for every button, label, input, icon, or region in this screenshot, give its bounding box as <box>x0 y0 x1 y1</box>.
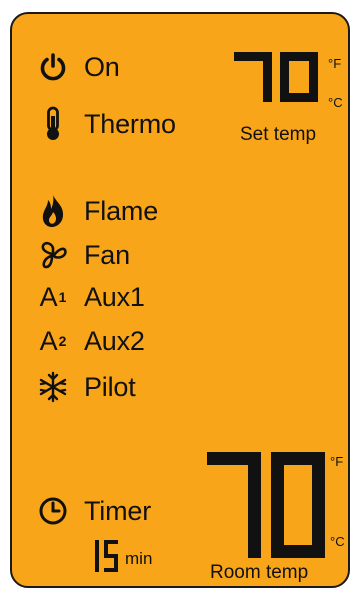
aux1-icon: A1 <box>39 281 67 312</box>
room-temp-segment <box>271 505 284 558</box>
room-temp-segment <box>271 452 284 505</box>
set-temp-caption: Set temp <box>240 124 317 145</box>
clock-icon <box>36 494 70 528</box>
set-temp-unit-f: °F <box>328 56 342 71</box>
status-aux2-label: Aux2 <box>84 325 145 356</box>
room-temp-display <box>207 452 325 558</box>
aux2-icon: A2 <box>39 325 67 356</box>
room-temp-digit <box>207 452 261 558</box>
status-fan-label: Fan <box>84 239 130 270</box>
set-temp-digit <box>234 52 272 102</box>
set-temp-display <box>234 52 318 102</box>
fan-icon <box>36 238 70 272</box>
timer-segment <box>95 540 99 556</box>
set-temp-segment <box>263 77 272 102</box>
set-temp-segment <box>280 77 289 102</box>
room-temp-segment <box>248 452 261 505</box>
timer-segment <box>104 540 108 556</box>
room-temp-unit-c: °C <box>330 534 345 549</box>
status-thermo-label: Thermo <box>84 108 176 139</box>
status-pilot-label: Pilot <box>84 371 136 402</box>
timer-label: Timer <box>84 495 151 526</box>
snowflake-icon <box>36 370 70 404</box>
status-on: On <box>36 50 120 84</box>
thermometer-icon <box>36 106 70 141</box>
status-on-label: On <box>84 51 120 82</box>
set-temp-segment <box>263 52 272 77</box>
set-temp-digit <box>280 52 318 102</box>
room-temp-unit-f: °F <box>330 454 344 469</box>
room-temp-digit <box>271 452 325 558</box>
power-icon <box>36 50 70 84</box>
status-fan: Fan <box>36 238 130 272</box>
timer-digit <box>95 540 99 572</box>
timer: Timer <box>36 494 151 528</box>
set-temp-unit-c: °C <box>328 95 343 110</box>
timer-segment <box>95 556 99 572</box>
timer-segment <box>104 568 118 572</box>
set-temp-segment <box>280 52 289 77</box>
display-panel: On Thermo Flame Fan A 1 Aux1 A 2 Aux2 Pi… <box>10 12 350 588</box>
status-flame: Flame <box>36 194 158 228</box>
timer-unit: min <box>125 549 153 568</box>
status-pilot: Pilot <box>36 370 136 404</box>
status-aux1: A1 Aux1 <box>36 280 145 314</box>
timer-digit <box>104 540 118 572</box>
room-temp-caption: Room temp <box>210 562 309 583</box>
room-temp-segment <box>312 452 325 505</box>
status-aux1-label: Aux1 <box>84 281 145 312</box>
room-temp-segment <box>248 505 261 558</box>
flame-icon <box>36 194 70 228</box>
timer-value-display <box>85 540 119 572</box>
status-thermo: Thermo <box>36 106 176 141</box>
status-flame-label: Flame <box>84 195 159 226</box>
set-temp-segment <box>309 52 318 77</box>
status-aux2: A2 Aux2 <box>36 324 145 358</box>
